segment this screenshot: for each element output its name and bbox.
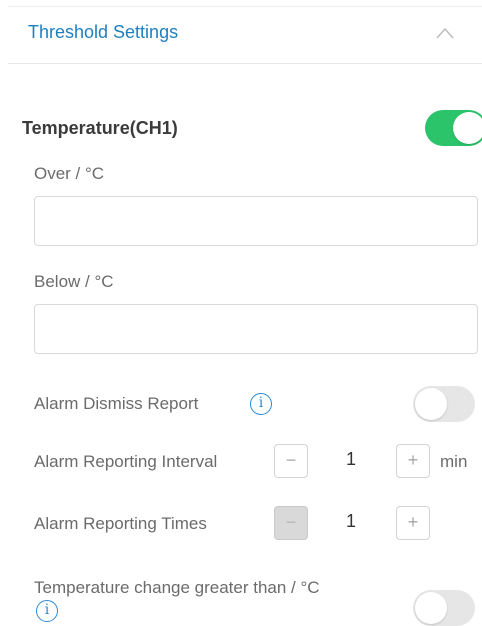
section-title[interactable]: Threshold Settings [28, 22, 178, 43]
temperature-title: Temperature(CH1) [22, 118, 178, 138]
section-divider [8, 63, 482, 64]
toggle-knob [453, 112, 482, 144]
change-toggle[interactable] [413, 590, 475, 626]
interval-label: Alarm Reporting Interval [34, 452, 218, 471]
interval-unit: min [440, 452, 468, 471]
chevron-up-icon[interactable] [436, 26, 454, 40]
temperature-toggle[interactable] [425, 110, 482, 146]
over-input[interactable] [34, 196, 478, 246]
interval-increment-button[interactable]: + [396, 444, 430, 478]
change-label: Temperature change greater than / °C [34, 578, 320, 597]
times-decrement-button[interactable]: − [274, 506, 308, 540]
interval-decrement-button[interactable]: − [274, 444, 308, 478]
info-icon[interactable]: i [250, 393, 272, 415]
top-divider [8, 0, 482, 7]
below-label: Below / °C [34, 272, 114, 291]
alarm-dismiss-label: Alarm Dismiss Report [34, 394, 199, 413]
times-label: Alarm Reporting Times [34, 514, 207, 533]
below-input[interactable] [34, 304, 478, 354]
times-increment-button[interactable]: + [396, 506, 430, 540]
over-label: Over / °C [34, 164, 105, 183]
alarm-dismiss-toggle[interactable] [413, 386, 475, 422]
toggle-knob [415, 592, 447, 624]
toggle-knob [415, 388, 447, 420]
info-icon[interactable]: i [36, 600, 58, 622]
interval-value: 1 [346, 449, 357, 469]
times-value: 1 [346, 511, 357, 531]
